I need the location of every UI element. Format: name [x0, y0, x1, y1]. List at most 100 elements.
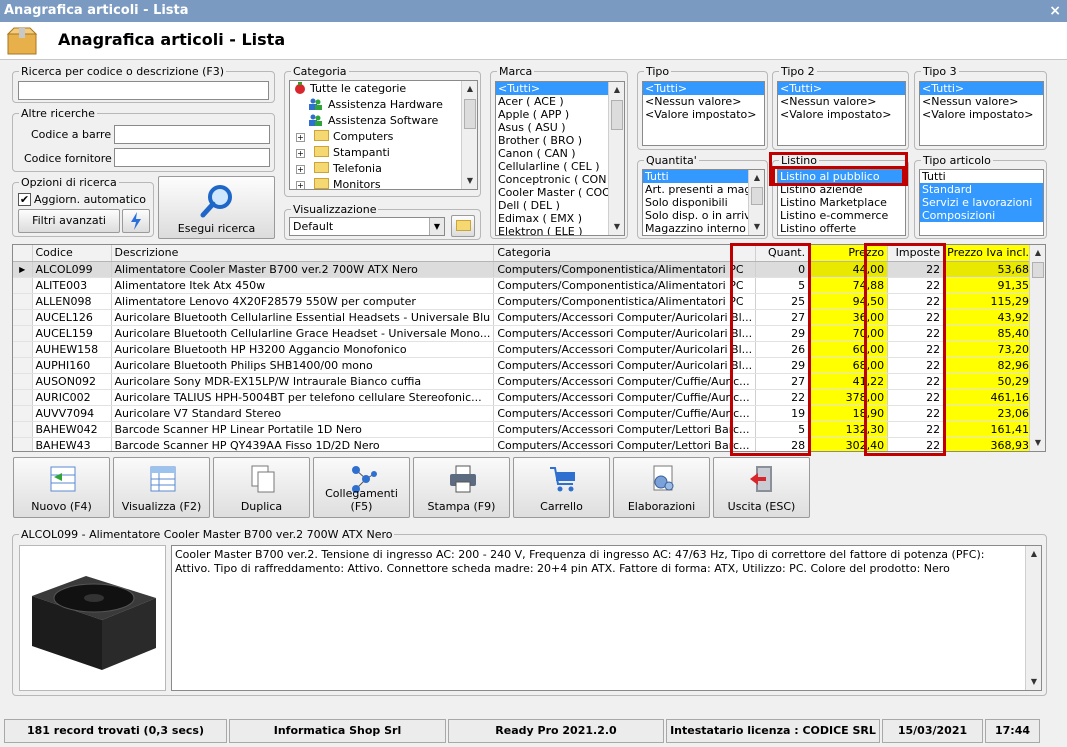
expand-icon[interactable]: +	[296, 149, 305, 158]
close-icon[interactable]: ×	[1049, 0, 1061, 22]
col-quantity[interactable]: Quant.	[755, 245, 810, 262]
scroll-down-icon[interactable]: ▼	[1027, 674, 1041, 690]
cell-code[interactable]: ALCOL099	[32, 261, 112, 278]
cell-price-vat[interactable]: 53,68	[943, 261, 1034, 278]
table-row[interactable]: AUPHI160 Auricolare Bluetooth Philips SHB…	[13, 357, 1034, 374]
quantity-list[interactable]: Tutti Art. presenti a magazzino Solo dis…	[642, 169, 765, 236]
articles-table[interactable]: Codice Descrizione Categoria Quant. Prez…	[13, 245, 1034, 451]
col-price[interactable]: Prezzo	[808, 245, 889, 262]
list-item[interactable]: Solo disp. o in arrivo	[643, 209, 757, 222]
view-select[interactable]: Default ▼	[289, 217, 445, 236]
cell-description[interactable]: Barcode Scanner HP QY439AA Fisso 1D/2D N…	[111, 437, 495, 451]
scroll-thumb[interactable]	[611, 100, 623, 130]
scroll-thumb[interactable]	[751, 187, 763, 205]
scroll-down-icon[interactable]: ▼	[610, 219, 624, 235]
cell-tax[interactable]: 22	[887, 373, 945, 390]
cell-code[interactable]: AUHEW158	[32, 341, 112, 358]
list-item[interactable]: Cellularline ( CEL )	[496, 160, 624, 173]
category-computers[interactable]: + Computers	[290, 129, 477, 145]
list-item[interactable]: <Tutti>	[778, 82, 905, 95]
cell-price[interactable]: 94,50	[808, 293, 889, 310]
expand-icon[interactable]: +	[296, 165, 305, 174]
articles-grid[interactable]: Codice Descrizione Categoria Quant. Prez…	[12, 244, 1046, 452]
duplicate-button[interactable]: Duplica	[213, 457, 310, 518]
cell-price-vat[interactable]: 115,29	[943, 293, 1034, 310]
list-item[interactable]: Brother ( BRO )	[496, 134, 624, 147]
scroll-down-icon[interactable]: ▼	[750, 219, 764, 235]
category-printers[interactable]: + Stampanti	[290, 145, 477, 161]
list-item[interactable]: Edimax ( EMX )	[496, 212, 624, 225]
cell-tax[interactable]: 22	[887, 421, 945, 438]
cell-description[interactable]: Auricolare Bluetooth Cellularline Grace …	[111, 325, 495, 342]
new-button[interactable]: Nuovo (F4)	[13, 457, 110, 518]
cell-price-vat[interactable]: 43,92	[943, 309, 1034, 326]
cell-price-vat[interactable]: 82,96	[943, 357, 1034, 374]
type-list[interactable]: <Tutti> <Nessun valore> <Valore impostat…	[642, 81, 765, 146]
cell-description[interactable]: Auricolare V7 Standard Stereo	[111, 405, 495, 422]
list-item[interactable]: Art. presenti a magazzino	[643, 183, 764, 196]
type2-list[interactable]: <Tutti> <Nessun valore> <Valore impostat…	[777, 81, 906, 146]
list-item[interactable]: <Valore impostato>	[643, 108, 764, 121]
list-item[interactable]: <Nessun valore>	[643, 95, 764, 108]
cell-tax[interactable]: 22	[887, 309, 945, 326]
cell-code[interactable]: AUCEL126	[32, 309, 112, 326]
description-scrollbar[interactable]: ▲ ▼	[1025, 546, 1041, 690]
list-item[interactable]: Cooler Master ( COO )	[496, 186, 624, 199]
category-all[interactable]: Tutte le categorie	[290, 81, 477, 97]
scroll-down-icon[interactable]: ▼	[1031, 435, 1045, 451]
cell-price-vat[interactable]: 461,16	[943, 389, 1034, 406]
cell-tax[interactable]: 22	[887, 325, 945, 342]
cell-code[interactable]: BAHEW042	[32, 421, 112, 438]
cell-description[interactable]: Auricolare Bluetooth HP H3200 Aggancio M…	[111, 341, 495, 358]
table-row[interactable]: ALITE003 Alimentatore Itek Atx 450w Comput…	[13, 277, 1034, 294]
expand-icon[interactable]: +	[296, 181, 305, 189]
chevron-down-icon[interactable]: ▼	[429, 218, 444, 235]
cell-description[interactable]: Barcode Scanner HP Linear Portatile 1D N…	[111, 421, 495, 438]
cell-price-vat[interactable]: 23,06	[943, 405, 1034, 422]
brand-scrollbar[interactable]: ▲ ▼	[608, 82, 624, 235]
list-item[interactable]: Solo disponibili	[643, 196, 748, 209]
cell-price-vat[interactable]: 85,40	[943, 325, 1034, 342]
cell-code[interactable]: ALITE003	[32, 277, 112, 294]
cell-quantity[interactable]: 19	[755, 405, 810, 422]
cell-quantity[interactable]: 28	[755, 437, 810, 451]
cell-tax[interactable]: 22	[887, 277, 945, 294]
list-item[interactable]: Tutti	[643, 170, 748, 183]
list-item[interactable]: <Nessun valore>	[920, 95, 1043, 108]
cell-category[interactable]: Computers/Accessori Computer/Lettori Bar…	[493, 437, 757, 451]
cell-code[interactable]: AUVV7094	[32, 405, 112, 422]
search-input[interactable]	[18, 81, 269, 100]
table-row[interactable]: AUHEW158 Auricolare Bluetooth HP H3200 Ag…	[13, 341, 1034, 358]
list-item[interactable]: Servizi e lavorazioni	[920, 196, 1043, 209]
scroll-up-icon[interactable]: ▲	[610, 82, 624, 98]
category-software[interactable]: Assistenza Software	[290, 113, 477, 129]
list-item[interactable]: Conceptronic ( CON )	[496, 173, 624, 186]
view-button[interactable]: Visualizza (F2)	[113, 457, 210, 518]
list-item[interactable]: Apple ( APP )	[496, 108, 624, 121]
scroll-up-icon[interactable]: ▲	[1031, 245, 1045, 261]
table-row[interactable]: AUCEL159 Auricolare Bluetooth Cellularlin…	[13, 325, 1034, 342]
cell-quantity[interactable]: 27	[755, 373, 810, 390]
cell-price[interactable]: 70,00	[808, 325, 889, 342]
cell-price[interactable]: 44,00	[808, 261, 889, 278]
table-row[interactable]: AURIC002 Auricolare TALIUS HPH-5004BT per…	[13, 389, 1034, 406]
article-type-list[interactable]: Tutti Standard Servizi e lavorazioni Com…	[919, 169, 1044, 236]
cart-button[interactable]: Carrello	[513, 457, 610, 518]
list-item[interactable]: Listino al pubblico	[778, 170, 905, 183]
list-item[interactable]: <Nessun valore>	[778, 95, 905, 108]
cell-code[interactable]: BAHEW43	[32, 437, 112, 451]
col-code[interactable]: Codice	[32, 245, 112, 262]
execute-search-button[interactable]: Esegui ricerca	[158, 176, 275, 239]
cell-tax[interactable]: 22	[887, 389, 945, 406]
cell-price-vat[interactable]: 368,93	[943, 437, 1034, 451]
cell-category[interactable]: Computers/Accessori Computer/Cuffie/Auri…	[493, 389, 757, 406]
advanced-filters-button[interactable]: Filtri avanzati	[18, 209, 120, 233]
cell-price[interactable]: 18,90	[808, 405, 889, 422]
list-item[interactable]: Listino offerte	[778, 222, 905, 235]
cell-tax[interactable]: 22	[887, 261, 945, 278]
cell-quantity[interactable]: 22	[755, 389, 810, 406]
cell-description[interactable]: Alimentatore Cooler Master B700 ver.2 70…	[111, 261, 495, 278]
cell-category[interactable]: Computers/Accessori Computer/Auricolari …	[493, 309, 757, 326]
col-description[interactable]: Descrizione	[111, 245, 495, 262]
cell-quantity[interactable]: 5	[755, 421, 810, 438]
